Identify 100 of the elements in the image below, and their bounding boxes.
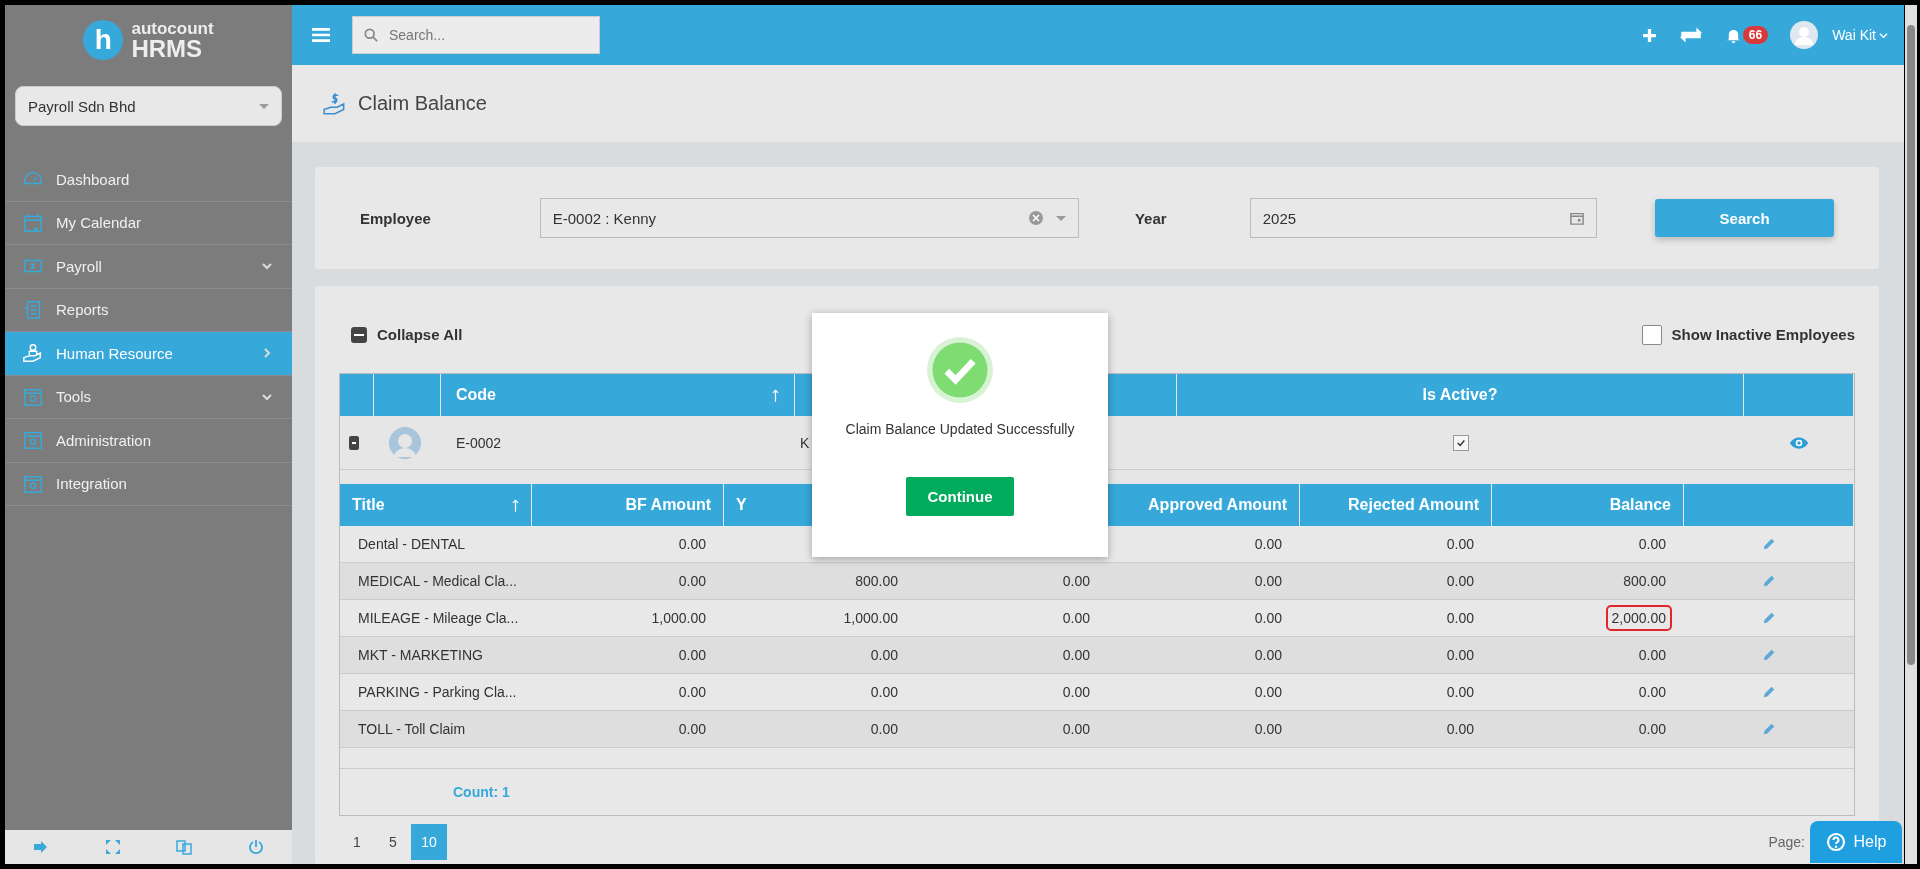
- column-header[interactable]: Rejected Amount: [1348, 496, 1479, 514]
- caret-icon: [1879, 30, 1888, 40]
- table-cell-text: 0.00: [869, 683, 899, 702]
- product-name: HRMS: [131, 36, 204, 61]
- menu-icon[interactable]: [312, 27, 330, 43]
- scrollbar-thumb[interactable]: [1907, 25, 1915, 665]
- sidebar-item[interactable]: Tools: [5, 375, 292, 419]
- table-cell-text: 0.00: [677, 572, 707, 591]
- table-cell-text: 0.00: [1445, 683, 1475, 702]
- year-field[interactable]: 2025: [1249, 198, 1598, 238]
- table-cell-text: 0.00: [1253, 683, 1283, 702]
- table-cell-text: 0.00: [1253, 535, 1283, 554]
- table-cell-text: 0.00: [1445, 609, 1475, 628]
- plus-icon[interactable]: [1642, 28, 1656, 42]
- sidebar-item[interactable]: Human Resource: [5, 332, 292, 376]
- table-cell: 2,000.00: [1605, 605, 1672, 631]
- table-cell-text: 0.00: [1061, 572, 1091, 591]
- table-cell-text: 800.00: [1622, 572, 1667, 591]
- help-icon: [1825, 832, 1846, 852]
- hand-icon: [22, 342, 44, 365]
- clear-icon[interactable]: [1027, 210, 1044, 226]
- table-cell-text: 0.00: [1445, 572, 1475, 591]
- logout-icon[interactable]: [32, 839, 49, 855]
- page-title: Claim Balance: [358, 92, 487, 115]
- table-cell-text: 0.00: [869, 720, 899, 739]
- table-cell-text: 0.00: [1061, 683, 1091, 702]
- sort-arrow-icon[interactable]: [772, 388, 779, 402]
- dialog-message: Claim Balance Updated Successfully: [845, 421, 1075, 437]
- company-select[interactable]: Payroll Sdn Bhd: [15, 86, 282, 126]
- column-header[interactable]: BF Amount: [625, 496, 711, 514]
- table-cell-text: MILEAGE - Mileage Cla...: [357, 609, 520, 628]
- sidebar-item[interactable]: Payroll: [5, 245, 292, 289]
- column-header[interactable]: Code: [456, 386, 496, 404]
- edit-icon[interactable]: [1762, 722, 1776, 736]
- table-cell-text: 0.00: [1445, 720, 1475, 739]
- table-cell-text: 0.00: [677, 683, 707, 702]
- record-count: Count: 1: [453, 784, 510, 800]
- employee-select[interactable]: E-0002 : Kenny: [539, 198, 1079, 238]
- bell-icon[interactable]: [1725, 27, 1741, 43]
- user-menu[interactable]: Wai Kit: [1826, 26, 1894, 44]
- logo-badge: h: [83, 20, 124, 60]
- continue-button[interactable]: Continue: [906, 477, 1014, 516]
- column-header[interactable]: Y: [736, 496, 747, 514]
- edit-icon[interactable]: [1762, 574, 1776, 588]
- scrollbar[interactable]: [1905, 5, 1917, 864]
- table-cell-text: 1,000.00: [842, 609, 899, 628]
- sort-arrow-icon[interactable]: [512, 498, 519, 512]
- power-icon[interactable]: [248, 839, 265, 855]
- column-header[interactable]: Title: [352, 496, 385, 514]
- edit-icon[interactable]: [1762, 685, 1776, 699]
- edit-icon[interactable]: [1762, 648, 1776, 662]
- table-cell-text: 0.00: [677, 720, 707, 739]
- notification-count: 66: [1742, 26, 1769, 44]
- table-cell-text: PARKING - Parking Cla...: [357, 683, 518, 702]
- page-size-option[interactable]: 10: [411, 824, 447, 860]
- edit-icon[interactable]: [1762, 537, 1776, 551]
- avatar-icon: [389, 426, 421, 459]
- field-label: Employee: [360, 209, 432, 227]
- field-label: Year: [1134, 209, 1168, 227]
- sidebar-item[interactable]: Administration: [5, 419, 292, 463]
- page-label: Page:: [1768, 834, 1805, 850]
- table-cell-text: 0.00: [677, 646, 707, 665]
- chevron-icon: [262, 261, 272, 272]
- chevron-icon: [262, 348, 272, 359]
- table-cell-text: 0.00: [1253, 609, 1283, 628]
- table-cell-text: 0.00: [1253, 646, 1283, 665]
- collapse-all-button[interactable]: Collapse All: [339, 326, 475, 343]
- table-cell-text: 0.00: [677, 535, 707, 554]
- table-cell-text: 0.00: [869, 646, 899, 665]
- table-cell-text: MKT - MARKETING: [357, 646, 484, 665]
- avatar-icon: [1790, 21, 1819, 49]
- page-size-option[interactable]: 5: [375, 824, 411, 860]
- brand-name: autocount: [131, 19, 214, 37]
- page-size-option[interactable]: 1: [339, 824, 375, 860]
- chevron-icon: [262, 391, 272, 402]
- table-cell-text: 0.00: [1061, 646, 1091, 665]
- table-cell-text: 0.00: [1253, 572, 1283, 591]
- calendar-icon: [22, 211, 44, 234]
- calendar-icon[interactable]: [1570, 211, 1585, 225]
- table-cell-text: 0.00: [1253, 720, 1283, 739]
- sidebar-item[interactable]: Integration: [5, 462, 292, 506]
- column-header[interactable]: Approved Amount: [1148, 496, 1287, 514]
- table-cell-text: 0.00: [1637, 646, 1667, 665]
- table-cell-text: 0.00: [1445, 646, 1475, 665]
- table-cell-text: 0.00: [1637, 720, 1667, 739]
- edit-icon[interactable]: [1762, 611, 1776, 625]
- eye-icon[interactable]: [1789, 435, 1809, 450]
- table-cell-text: 0.00: [1061, 720, 1091, 739]
- translate-icon[interactable]: [176, 839, 193, 855]
- table-cell-text: TOLL - Toll Claim: [357, 720, 467, 739]
- fullscreen-icon[interactable]: [104, 839, 121, 855]
- search-field[interactable]: Search...: [352, 16, 600, 54]
- column-header[interactable]: Balance: [1609, 496, 1671, 514]
- table-cell-text: 0.00: [1445, 535, 1475, 554]
- table-cell-text: 1,000.00: [650, 609, 707, 628]
- table-cell-text: MEDICAL - Medical Cla...: [357, 572, 518, 591]
- table-cell-text: Dental - DENTAL: [357, 535, 467, 554]
- search-button[interactable]: Search: [1655, 199, 1834, 237]
- help-button[interactable]: Help: [1810, 821, 1902, 863]
- collapse-button[interactable]: [349, 435, 359, 450]
